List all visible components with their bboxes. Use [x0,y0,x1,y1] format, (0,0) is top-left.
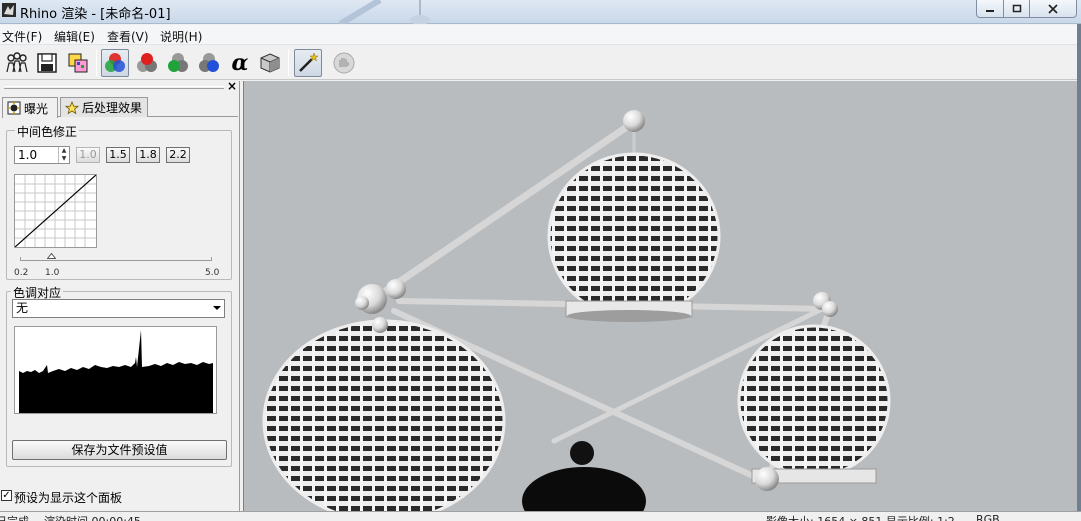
alpha-channel-button[interactable]: α [226,49,254,77]
histogram-graph [19,330,213,413]
gamma-preset-1-8-button[interactable]: 1.8 [136,147,160,163]
star-icon [65,100,79,114]
maximize-button[interactable] [1003,0,1030,18]
toolbar: α [0,46,1081,80]
magic-wand-icon [299,52,319,72]
save-preset-button[interactable]: 保存为文件预设值 [12,440,227,460]
panel-grip[interactable] [4,86,224,89]
title-bar: Rhino 渲染 - [未命名-01] [0,0,1081,24]
toolbar-separator [96,50,97,76]
status-render-time: 渲染时间 00:00:45 [44,513,141,521]
default-panel-checkbox-label: 预设为显示这个面板 [14,491,123,505]
gamma-spinner[interactable]: ▲ ▼ [58,147,69,163]
gamma-preset-1-5-button[interactable]: 1.5 [106,147,130,163]
status-image-info: 影像大小: 1654 × 851 显示比例: 1:2 [766,513,955,521]
cube-button[interactable] [256,49,284,77]
rhino-app-icon [2,3,16,17]
blue-channel-button[interactable] [195,49,223,77]
toolbar-separator [288,50,289,76]
cube-icon [260,53,280,73]
gamma-preset-1-0-button[interactable]: 1.0 [76,147,100,163]
alpha-icon: α [231,50,249,76]
magic-wand-button[interactable] [294,49,322,77]
status-bar: 已完成 渲染时间 00:00:45 影像大小: 1654 × 851 显示比例:… [0,511,1081,521]
slider-min-label: 0.2 [14,268,29,278]
rgb-channels-button[interactable] [101,49,129,77]
gamma-group-label: 中间色修正 [15,123,80,140]
copy-image-button[interactable] [64,49,92,77]
gamma-slider-thumb[interactable] [47,253,56,259]
spin-up-icon[interactable]: ▲ [59,147,69,155]
rendered-image [262,110,891,511]
menu-bar: 文件(F) 编辑(E) 查看(V) 说明(H) [0,25,1081,45]
tab-post-effects-label: 后处理效果 [82,101,143,115]
exposure-icon [7,101,21,115]
slider-max-label: 5.0 [205,268,220,278]
lamp-left [262,319,506,511]
people-button[interactable] [3,49,31,77]
copy-image-icon [68,53,88,73]
status-mode: RGB [976,513,1000,521]
minimize-icon [986,9,994,12]
gamma-curve [14,174,97,248]
lamp-top [547,126,721,322]
panel-header: × [0,79,240,93]
red-channel-icon [137,53,157,72]
tonemap-selected-value: 无 [16,301,29,315]
save-icon [37,53,57,73]
window-border [1077,24,1081,521]
restore-icon [1012,4,1021,13]
tonemap-select[interactable]: 无 [12,299,225,318]
window-title: Rhino 渲染 - [未命名-01] [20,7,171,22]
chevron-down-icon [213,306,221,310]
red-channel-button[interactable] [133,49,161,77]
render-viewport[interactable] [243,81,1081,511]
close-window-button[interactable] [1029,0,1077,18]
green-channel-icon [168,53,188,72]
slider-value-label: 1.0 [45,268,60,278]
menu-file[interactable]: 文件(F) [2,28,42,45]
tab-post-effects[interactable]: 后处理效果 [60,97,148,117]
save-button[interactable] [33,49,61,77]
histogram [14,326,217,414]
spin-down-icon[interactable]: ▼ [59,155,69,163]
tab-exposure[interactable]: 曝光 [2,97,58,118]
minimize-button[interactable] [976,0,1004,18]
people-icon [6,52,28,73]
panel-tabs: 曝光 后处理效果 [2,97,238,118]
rgb-channels-icon [105,53,125,72]
stop-render-button[interactable] [330,49,358,77]
panel-close-icon[interactable]: × [227,79,237,93]
gamma-curve-graph [14,174,97,248]
menu-help[interactable]: 说明(H) [160,28,202,45]
green-channel-button[interactable] [164,49,192,77]
stop-hand-icon [333,52,355,74]
blue-channel-icon [199,53,219,72]
status-state: 已完成 [0,513,29,521]
close-icon [1048,3,1058,14]
gamma-preset-2-2-button[interactable]: 2.2 [166,147,190,163]
menu-edit[interactable]: 编辑(E) [54,28,95,45]
tab-exposure-label: 曝光 [24,101,49,116]
default-panel-checkbox[interactable]: ✓ [1,490,12,501]
menu-view[interactable]: 查看(V) [107,28,149,45]
dark-lamp [522,441,646,511]
lamp-right [737,324,891,484]
title-bar-decoration [338,0,430,24]
